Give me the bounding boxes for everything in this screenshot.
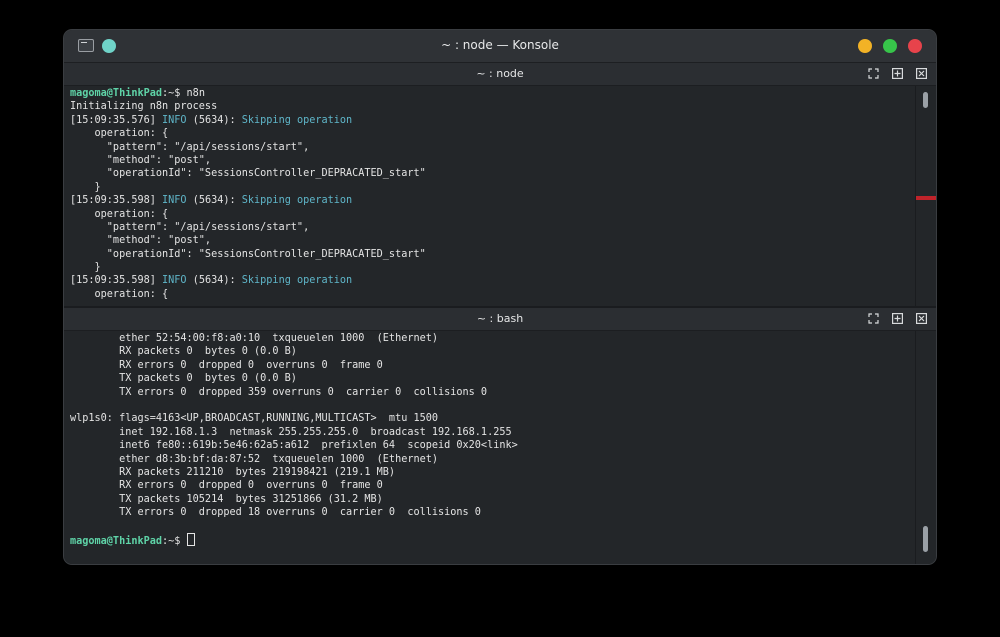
terminal-text: wlp1s0: flags=4163<UP,BROADCAST,RUNNING,… <box>70 413 439 425</box>
terminal-text: ether d8:3b:bf:da:87:52 txqueuelen 1000 … <box>70 453 439 465</box>
terminal-line: TX packets 105214 bytes 31251866 (31.2 M… <box>70 493 910 506</box>
terminal-text: operation: { <box>70 128 169 140</box>
terminal-text: "pattern": "/api/sessions/start", <box>70 221 310 233</box>
terminal-line: [15:09:35.598] INFO (5634): Skipping ope… <box>70 274 910 287</box>
terminal-line: "pattern": "/api/sessions/start", <box>70 141 910 154</box>
title-bar[interactable]: ~ : node — Konsole <box>64 30 936 63</box>
terminal-line: inet6 fe80::619b:5e46:62a5:a612 prefixle… <box>70 439 910 452</box>
terminal-text: inet 192.168.1.3 netmask 255.255.255.0 b… <box>70 426 512 438</box>
scrollbar-thumb[interactable] <box>923 526 928 552</box>
maximize-button[interactable] <box>883 39 897 53</box>
terminal-line: magoma@ThinkPad:~$ <box>70 532 910 547</box>
terminal-text: Initializing n8n process <box>70 101 218 113</box>
terminal-text: (5634): <box>186 275 242 287</box>
terminal-text: [15:09:35.576] <box>70 114 163 126</box>
expand-icon[interactable] <box>868 68 879 79</box>
pane-title: ~ : bash <box>476 312 524 325</box>
terminal-line: magoma@ThinkPad:~$ n8n <box>70 87 910 100</box>
prompt-host: magoma@ThinkPad <box>70 535 163 547</box>
terminal-line: RX packets 211210 bytes 219198421 (219.1… <box>70 466 910 479</box>
terminal-line: operation: { <box>70 127 910 140</box>
terminal-line: } <box>70 261 910 274</box>
terminal-output[interactable]: ether 52:54:00:f8:a0:10 txqueuelen 1000 … <box>70 332 910 547</box>
close-button[interactable] <box>908 39 922 53</box>
text-cursor <box>186 532 195 546</box>
terminal-line: wlp1s0: flags=4163<UP,BROADCAST,RUNNING,… <box>70 412 910 425</box>
terminal-line: Initializing n8n process <box>70 100 910 113</box>
split-view-icon[interactable] <box>892 313 903 324</box>
close-pane-icon[interactable] <box>916 313 927 324</box>
terminal-text: ether 52:54:00:f8:a0:10 txqueuelen 1000 … <box>70 333 439 344</box>
pane-header: ~ : node <box>64 63 936 86</box>
terminal-line: ether 52:54:00:f8:a0:10 txqueuelen 1000 … <box>70 332 910 345</box>
terminal-line: RX packets 0 bytes 0 (0.0 B) <box>70 345 910 358</box>
terminal-line: "pattern": "/api/sessions/start", <box>70 221 910 234</box>
terminal-line: operation: { <box>70 288 910 301</box>
terminal-text: "operationId": "SessionsController_DEPRA… <box>70 168 426 180</box>
close-pane-icon[interactable] <box>916 68 927 79</box>
terminal-text: RX errors 0 dropped 0 overruns 0 frame 0 <box>70 480 383 492</box>
terminal-text: TX packets 0 bytes 0 (0.0 B) <box>70 373 297 385</box>
log-info-text: INFO <box>162 195 187 207</box>
terminal-line: "method": "post", <box>70 154 910 167</box>
terminal-line: [15:09:35.598] INFO (5634): Skipping ope… <box>70 194 910 207</box>
terminal-line: TX errors 0 dropped 18 overruns 0 carrie… <box>70 506 910 519</box>
terminal-output[interactable]: magoma@ThinkPad:~$ n8n Initializing n8n p… <box>70 87 910 301</box>
terminal-text: operation: { <box>70 208 169 220</box>
terminal-text: } <box>70 181 101 193</box>
terminal-text: "method": "post", <box>70 154 212 166</box>
terminal-text: RX errors 0 dropped 0 overruns 0 frame 0 <box>70 359 383 371</box>
log-info-text: Skipping operation <box>241 275 353 287</box>
terminal-line: } <box>70 181 910 194</box>
terminal-text: TX errors 0 dropped 359 overruns 0 carri… <box>70 386 488 398</box>
window-title: ~ : node — Konsole <box>441 38 559 52</box>
terminal-text: RX packets 0 bytes 0 (0.0 B) <box>70 346 297 358</box>
prompt-host: magoma@ThinkPad <box>70 88 163 99</box>
terminal-text: RX packets 211210 bytes 219198421 (219.1… <box>70 466 396 478</box>
terminal-line: TX packets 0 bytes 0 (0.0 B) <box>70 372 910 385</box>
scrollbar-thumb[interactable] <box>923 92 928 108</box>
scrollbar[interactable] <box>915 86 936 306</box>
terminal-text: } <box>70 262 101 274</box>
terminal-text: "method": "post", <box>70 235 212 247</box>
terminal-line: inet 192.168.1.3 netmask 255.255.255.0 b… <box>70 426 910 439</box>
terminal-text: TX errors 0 dropped 18 overruns 0 carrie… <box>70 507 481 519</box>
log-info-text: INFO <box>162 114 187 126</box>
terminal-text: operation: { <box>70 288 169 300</box>
terminal-text: "operationId": "SessionsController_DEPRA… <box>70 248 426 260</box>
log-info-text: Skipping operation <box>241 114 353 126</box>
terminal-line: [15:09:35.576] INFO (5634): Skipping ope… <box>70 114 910 127</box>
split-view-icon[interactable] <box>892 68 903 79</box>
terminal-line: RX errors 0 dropped 0 overruns 0 frame 0 <box>70 479 910 492</box>
terminal-text: [15:09:35.598] <box>70 275 163 287</box>
scroll-marker <box>916 196 936 200</box>
terminal-line: ether d8:3b:bf:da:87:52 txqueuelen 1000 … <box>70 453 910 466</box>
scrollbar[interactable] <box>915 331 936 564</box>
konsole-window: ~ : node — Konsole ~ : node magoma@Think… <box>64 30 936 564</box>
terminal-text: "pattern": "/api/sessions/start", <box>70 141 310 153</box>
pane-header: ~ : bash <box>64 308 936 331</box>
log-info-text: INFO <box>162 275 187 287</box>
terminal-text: :~$ <box>162 535 187 547</box>
terminal-line: "operationId": "SessionsController_DEPRA… <box>70 167 910 180</box>
minimize-button[interactable] <box>858 39 872 53</box>
expand-icon[interactable] <box>868 313 879 324</box>
terminal-text: :~$ n8n <box>162 88 205 99</box>
terminal-text: inet6 fe80::619b:5e46:62a5:a612 prefixle… <box>70 440 518 452</box>
terminal-pane-node[interactable]: ~ : node magoma@ThinkPad:~$ n8n Initializ… <box>64 63 936 306</box>
terminal-text: [15:09:35.598] <box>70 195 163 207</box>
terminal-line: operation: { <box>70 208 910 221</box>
terminal-text: (5634): <box>186 114 242 126</box>
pane-title: ~ : node <box>476 67 524 80</box>
terminal-line: "method": "post", <box>70 234 910 247</box>
terminal-line: "operationId": "SessionsController_DEPRA… <box>70 248 910 261</box>
terminal-line: TX errors 0 dropped 359 overruns 0 carri… <box>70 386 910 399</box>
terminal-line: RX errors 0 dropped 0 overruns 0 frame 0 <box>70 359 910 372</box>
terminal-pane-bash[interactable]: ~ : bash ether 52:54:00:f8:a0:10 txqueue… <box>64 308 936 564</box>
log-info-text: Skipping operation <box>241 195 353 207</box>
terminal-text: TX packets 105214 bytes 31251866 (31.2 M… <box>70 493 383 505</box>
terminal-text: (5634): <box>186 195 242 207</box>
